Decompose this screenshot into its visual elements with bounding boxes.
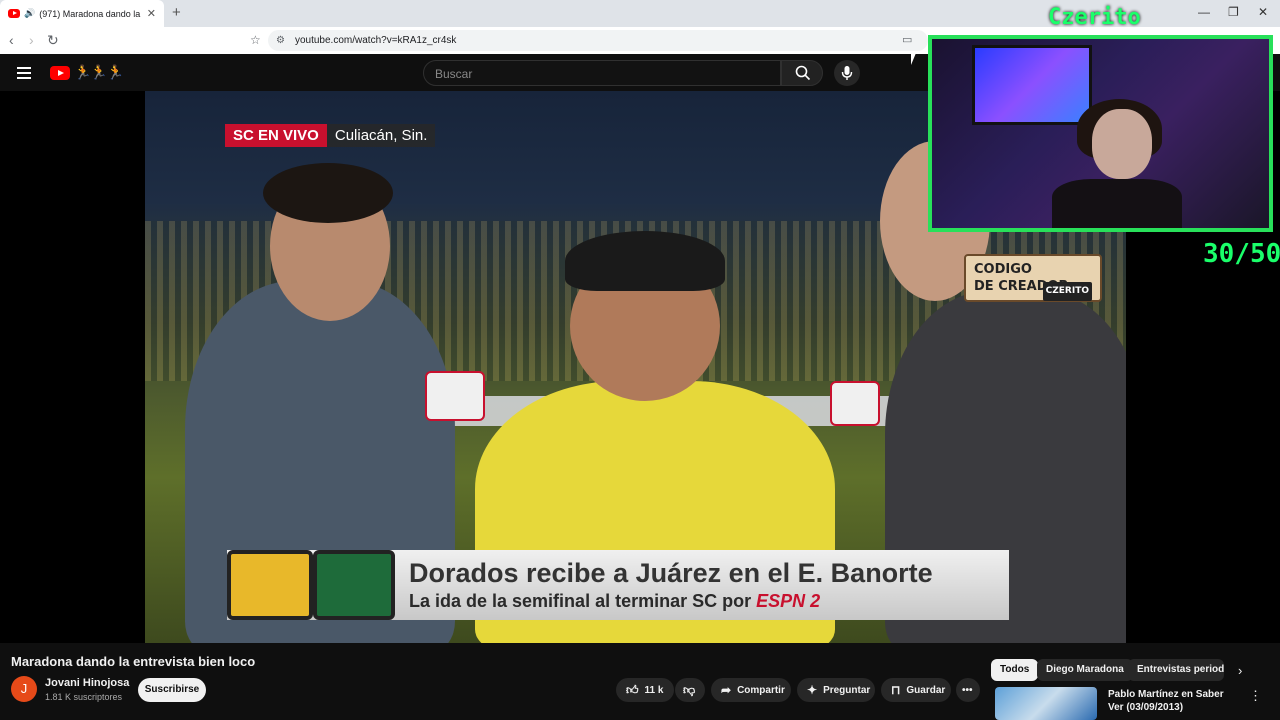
sparkle-icon: ✦ xyxy=(807,683,818,697)
youtube-logo-icon[interactable] xyxy=(50,66,70,80)
site-info-icon[interactable]: ⚙ xyxy=(276,35,285,46)
voice-search-button[interactable] xyxy=(834,60,860,86)
related-video-thumbnail[interactable] xyxy=(995,687,1097,720)
cast-icon[interactable]: ▭ xyxy=(902,33,912,46)
subscriber-count: 1.81 K suscriptores xyxy=(45,692,123,702)
microphone-flag-left xyxy=(425,371,485,421)
chip-all[interactable]: Todos xyxy=(991,659,1039,681)
lower-third-subline: La ida de la semifinal al terminar SC po… xyxy=(409,591,752,611)
ask-label: Preguntar xyxy=(823,684,871,696)
channel-avatar[interactable]: J xyxy=(11,676,37,702)
network-logo: ESPN 2 xyxy=(756,591,821,611)
new-tab-button[interactable]: + xyxy=(172,4,181,21)
ask-button[interactable]: ✦ Preguntar xyxy=(797,678,875,702)
back-button[interactable]: ‹ xyxy=(9,32,14,48)
minimize-button[interactable]: — xyxy=(1198,5,1210,19)
webcam-overlay xyxy=(928,35,1273,232)
dislike-button[interactable]: 👎︎ xyxy=(675,678,705,702)
browser-tab-active[interactable]: 🔊 (971) Maradona dando la ent ✕ xyxy=(0,0,164,27)
more-vertical-icon[interactable]: ⋮ xyxy=(1249,688,1262,704)
channel-name[interactable]: Jovani Hinojosa xyxy=(45,677,129,689)
like-button[interactable]: 👍︎ 11 k xyxy=(616,678,674,702)
dorados-crest-icon xyxy=(227,550,313,620)
search-button[interactable] xyxy=(781,60,823,86)
youtube-favicon-icon xyxy=(8,9,20,18)
more-horizontal-icon: ••• xyxy=(962,684,973,696)
related-video-title[interactable]: Pablo Martínez en Saber Ver (03/09/2013) xyxy=(1108,688,1238,714)
reload-button[interactable]: ↻ xyxy=(47,32,59,49)
tab-close-icon[interactable]: ✕ xyxy=(147,7,156,20)
bookmark-save-icon: ⊓ xyxy=(891,683,901,697)
chip-entrevistas[interactable]: Entrevistas periodíst xyxy=(1128,659,1224,681)
location-label: Culiacán, Sin. xyxy=(326,124,436,147)
bookmark-icon[interactable]: ☆ xyxy=(250,33,261,47)
search-input[interactable]: Buscar xyxy=(423,60,781,86)
save-label: Guardar xyxy=(906,684,946,696)
subscribe-button[interactable]: Suscribirse xyxy=(138,678,206,702)
url-text: youtube.com/watch?v=kRA1z_cr4sk xyxy=(294,35,457,46)
webcam-face xyxy=(1092,109,1152,179)
live-label: SC EN VIVO xyxy=(225,124,327,147)
thumbs-down-icon: 👎︎ xyxy=(683,682,696,697)
close-window-button[interactable]: ✕ xyxy=(1258,5,1268,19)
share-button[interactable]: ➦ Compartir xyxy=(711,678,791,702)
forward-button[interactable]: › xyxy=(29,32,34,48)
search-icon xyxy=(795,65,811,81)
speaker-icon[interactable]: 🔊 xyxy=(24,8,35,19)
restore-button[interactable]: ❐ xyxy=(1228,5,1239,19)
video-title: Maradona dando la entrevista bien loco xyxy=(11,654,256,669)
microphone-flag-right xyxy=(830,381,880,426)
menu-icon[interactable] xyxy=(17,67,31,79)
creator-code-badge: CODIGO DE CREADOR CZERITO xyxy=(964,254,1102,302)
chip-diego-maradona[interactable]: Diego Maradona xyxy=(1037,659,1133,681)
more-actions-button[interactable]: ••• xyxy=(956,678,980,702)
lower-third: Dorados recibe a Juárez en el E. Banorte… xyxy=(227,550,1009,620)
address-bar[interactable]: ⚙ youtube.com/watch?v=kRA1z_cr4sk xyxy=(268,30,928,51)
webcam-body xyxy=(1052,179,1182,228)
webcam-monitor xyxy=(972,45,1092,125)
live-bug: SC EN VIVO Culiacán, Sin. xyxy=(225,124,436,147)
streamer-name: Czerito xyxy=(1048,5,1141,30)
microphone-icon xyxy=(841,66,853,80)
share-label: Compartir xyxy=(737,684,785,696)
juarez-crest-icon xyxy=(313,550,395,620)
save-button[interactable]: ⊓ Guardar xyxy=(881,678,951,702)
left-reporter-hair xyxy=(263,163,393,223)
center-player-cap xyxy=(565,231,725,291)
creator-tag: CZERITO xyxy=(1042,282,1092,301)
mouse-cursor-icon xyxy=(911,53,916,65)
like-count: 11 k xyxy=(644,684,664,696)
goal-counter: 30/50 xyxy=(1203,239,1280,269)
lower-third-headline: Dorados recibe a Juárez en el E. Banorte xyxy=(409,558,933,588)
creator-code-line1: CODIGO xyxy=(974,262,1032,277)
thumbs-up-icon: 👍︎ xyxy=(626,682,639,697)
chevron-right-icon[interactable]: › xyxy=(1238,663,1242,678)
share-icon: ➦ xyxy=(721,683,732,697)
tab-title: (971) Maradona dando la ent xyxy=(39,8,141,19)
doodle-logo[interactable]: 🏃🏃🏃 xyxy=(74,64,124,81)
